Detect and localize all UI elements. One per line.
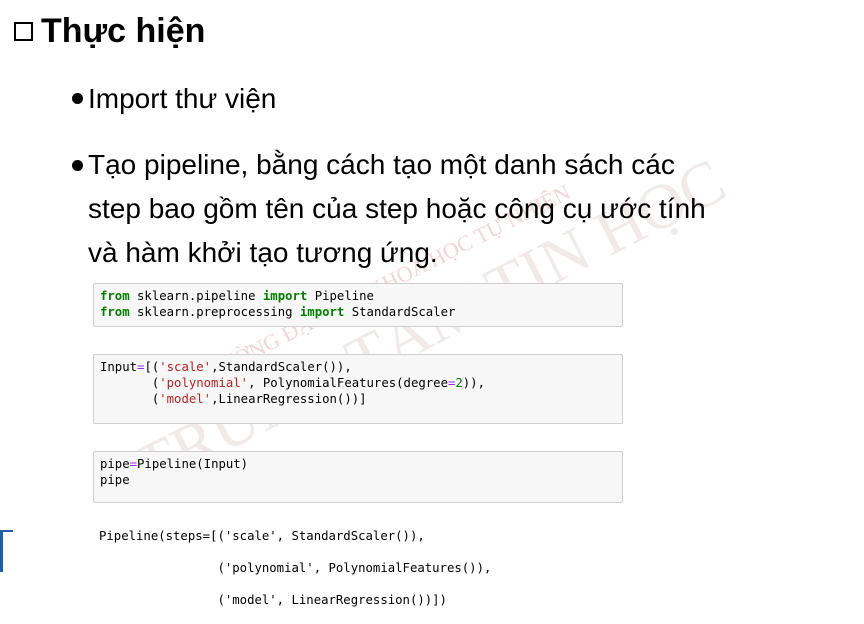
bullet-text-line: Tạo pipeline, bằng cách tạo một danh sác… <box>88 149 675 180</box>
bullet-text-line: và hàm khởi tạo tương ứng. <box>88 237 438 268</box>
bullet-item: Tạo pipeline, bằng cách tạo một danh sác… <box>72 143 852 275</box>
logo-edge <box>0 530 13 572</box>
bullet-dot-icon <box>72 160 83 171</box>
bullet-text-line: step bao gồm tên của step hoặc công cụ ư… <box>88 193 706 224</box>
code-cell-imports[interactable]: from sklearn.pipeline import Pipeline fr… <box>93 283 623 327</box>
code-cell-pipeline[interactable]: pipe=Pipeline(Input) pipe <box>93 451 623 503</box>
heading-title: Thực hiện <box>41 12 206 50</box>
bullet-text: Import thư viện <box>88 83 277 114</box>
output-line: Pipeline(steps=[('scale', StandardScaler… <box>99 529 425 543</box>
bullet-text: Tạo pipeline, bằng cách tạo một danh sác… <box>72 143 852 275</box>
checkbox-bullet-icon <box>14 22 33 41</box>
cell-output: Pipeline(steps=[('scale', StandardScaler… <box>99 512 491 624</box>
code-cell-input-list[interactable]: Input=[('scale',StandardScaler()), ('pol… <box>93 354 623 424</box>
section-heading: Thực hiện <box>14 12 205 51</box>
code-token: from <box>100 289 130 303</box>
output-line: ('model', LinearRegression())]) <box>99 593 447 607</box>
bullet-dot-icon <box>72 93 83 104</box>
bullet-item: Import thư viện <box>72 76 276 121</box>
